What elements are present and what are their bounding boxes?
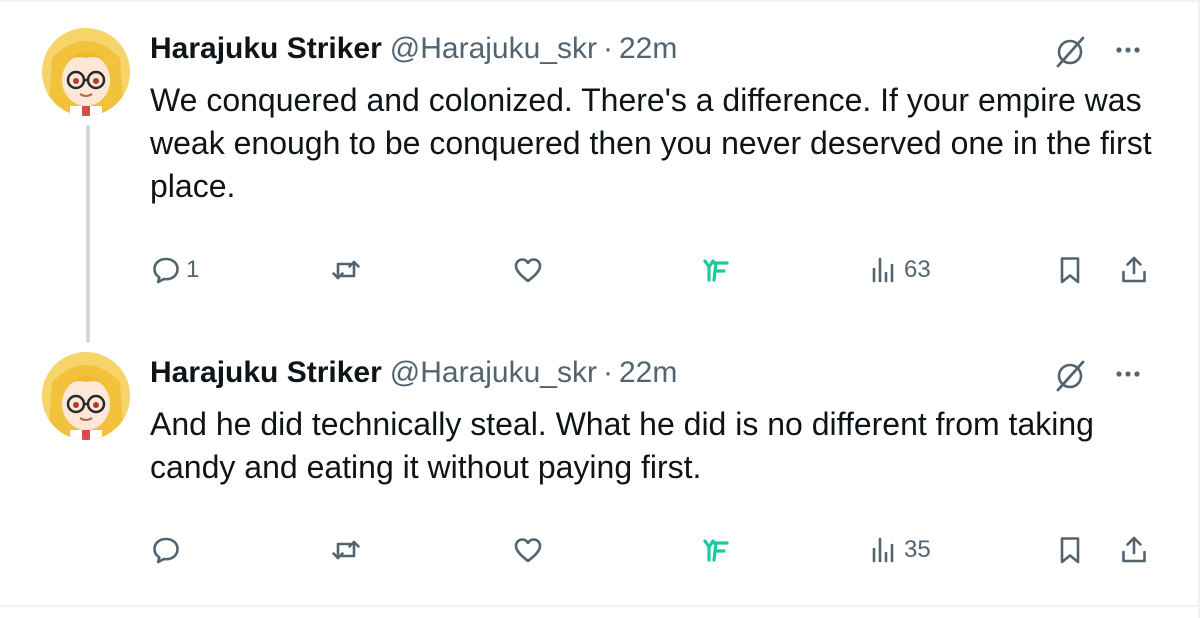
bookmark-icon: [1060, 257, 1080, 284]
share-icon: [1122, 256, 1146, 283]
reply-button[interactable]: [150, 530, 186, 570]
views-count: 63: [904, 256, 931, 283]
grok-slash-icon[interactable]: [1052, 358, 1088, 394]
reply-button[interactable]: 1: [150, 250, 199, 290]
bottom-divider: [0, 605, 1200, 607]
more-options-icon[interactable]: [1110, 32, 1146, 68]
bookmark-icon: [1060, 537, 1080, 564]
retweet-button[interactable]: [330, 250, 366, 290]
tweet-actions: 1 63: [0, 250, 1200, 290]
tweet-header: Harajuku Striker @Harajuku_skr · 22m: [150, 356, 677, 396]
retweet-icon: [332, 540, 360, 560]
heart-icon: [514, 258, 542, 283]
views-button[interactable]: 63: [868, 250, 931, 290]
separator-dot: ·: [602, 356, 613, 389]
share-icon: [1122, 536, 1146, 563]
share-button[interactable]: [1118, 250, 1150, 290]
speech-bubble-icon: [153, 257, 179, 284]
grok-brand-icon: [703, 539, 729, 562]
heart-icon: [514, 538, 542, 563]
timestamp[interactable]: 22m: [619, 356, 677, 390]
avatar[interactable]: [42, 28, 130, 116]
reply-count: 1: [186, 256, 200, 283]
retweet-icon: [332, 260, 360, 280]
views-count: 35: [904, 536, 931, 563]
tweet-actions: 35: [0, 530, 1200, 570]
author-name[interactable]: Harajuku Striker: [150, 32, 382, 66]
author-name[interactable]: Harajuku Striker: [150, 356, 382, 390]
grok-action-button[interactable]: [700, 250, 732, 290]
bar-chart-icon: [872, 257, 894, 283]
bar-chart-icon: [872, 537, 894, 563]
author-handle[interactable]: @Harajuku_skr: [390, 32, 597, 66]
retweet-button[interactable]: [330, 530, 366, 570]
like-button[interactable]: [512, 530, 548, 570]
avatar[interactable]: [42, 352, 130, 440]
more-options-icon[interactable]: [1110, 356, 1146, 392]
grok-action-button[interactable]: [700, 530, 732, 570]
tweet-header: Harajuku Striker @Harajuku_skr · 22m: [150, 32, 677, 72]
separator-dot: ·: [602, 32, 613, 65]
share-button[interactable]: [1118, 530, 1150, 570]
like-button[interactable]: [512, 250, 548, 290]
grok-slash-icon[interactable]: [1052, 34, 1088, 70]
tweet[interactable]: Harajuku Striker @Harajuku_skr · 22m And…: [0, 330, 1200, 605]
tweet-text: And he did technically steal. What he di…: [150, 406, 1094, 485]
views-button[interactable]: 35: [868, 530, 931, 570]
timestamp[interactable]: 22m: [619, 32, 677, 66]
author-handle[interactable]: @Harajuku_skr: [390, 356, 597, 390]
tweet-text: We conquered and colonized. There's a di…: [150, 82, 1152, 204]
speech-bubble-icon: [153, 537, 179, 564]
bookmark-button[interactable]: [1054, 250, 1086, 290]
grok-brand-icon: [703, 259, 729, 282]
tweet[interactable]: Harajuku Striker @Harajuku_skr · 22m We …: [0, 0, 1200, 330]
bookmark-button[interactable]: [1054, 530, 1086, 570]
